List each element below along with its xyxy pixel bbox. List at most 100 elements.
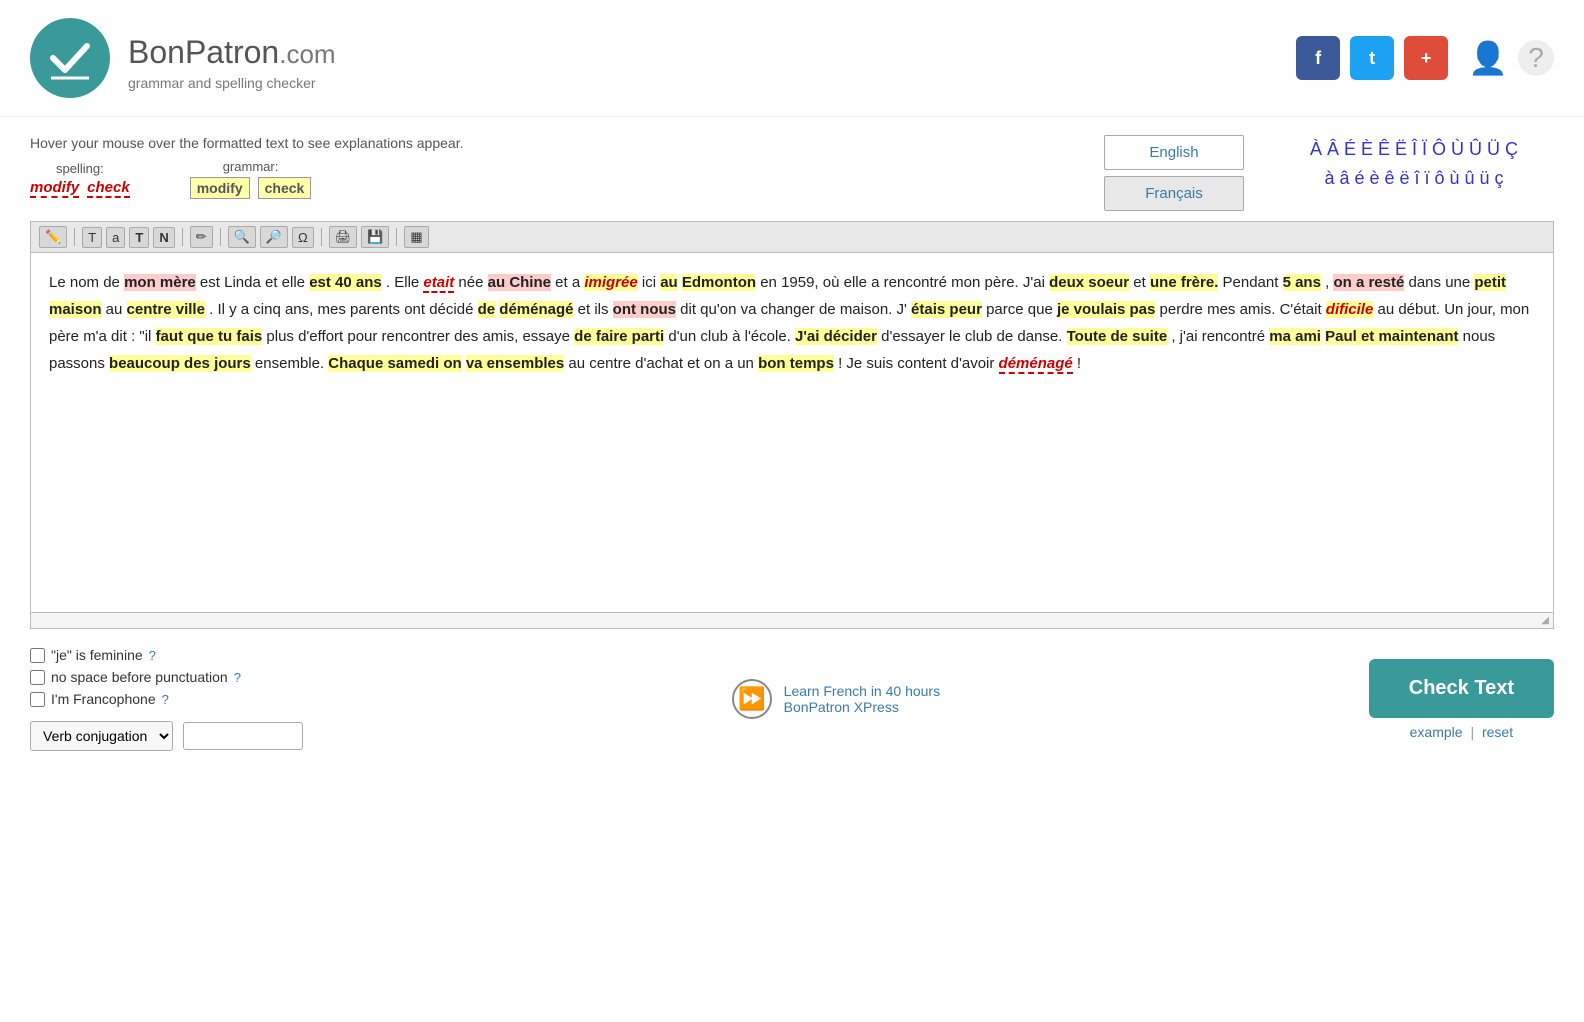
toolbar-N-icon[interactable]: N (153, 227, 174, 248)
je-feminine-checkbox[interactable] (30, 648, 45, 663)
language-buttons: English Français (1104, 135, 1244, 211)
highlight-au-1: au (660, 274, 678, 291)
highlight-mon-mere: mon mère (124, 274, 196, 291)
highlight-imigree: imigrée (584, 274, 637, 291)
learn-french-text: Learn French in 40 hours BonPatron XPres… (784, 683, 940, 715)
francophone-checkbox[interactable] (30, 692, 45, 707)
je-feminine-help[interactable]: ? (149, 648, 156, 663)
toolbar-a-icon[interactable]: a (106, 227, 125, 248)
verb-conjugation-select[interactable]: Verb conjugationVerb searchWord lookup (30, 721, 173, 751)
grammar-label: grammar: (223, 159, 279, 174)
example-link[interactable]: example (1410, 724, 1463, 740)
english-button[interactable]: English (1104, 135, 1244, 170)
editor-toolbar: ✏️ T a T N ✏ 🔍 🔎 Ω 🖨 💾 ▦ (30, 221, 1554, 253)
facebook-button[interactable]: f (1296, 36, 1340, 80)
toolbar-edit-icon[interactable]: ✏️ (39, 226, 67, 248)
no-space-option: no space before punctuation ? (30, 669, 303, 685)
legend-row: spelling: modify check grammar: modify c… (30, 159, 1074, 199)
grammar-legend: grammar: modify check (190, 159, 312, 199)
highlight-faut-que-tu-fais: faut que tu fais (156, 328, 263, 345)
learn-line1: Learn French in 40 hours (784, 683, 940, 699)
modify-gram-badge: modify (190, 177, 250, 199)
spelling-label: spelling: (56, 161, 104, 176)
instructions-row: Hover your mouse over the formatted text… (30, 135, 1554, 211)
toolbar-sep-5 (396, 228, 397, 246)
highlight-on-a-reste: on a resté (1333, 274, 1404, 291)
highlight-edmonton: Edmonton (682, 274, 756, 291)
francophone-option: I'm Francophone ? (30, 691, 303, 707)
verb-row: Verb conjugationVerb searchWord lookup (30, 721, 303, 751)
editor-content-area[interactable]: Le nom de mon mère est Linda et elle est… (30, 253, 1554, 613)
toolbar-text-icon[interactable]: T (82, 227, 102, 248)
highlight-je-voulais-pas: je voulais pas (1057, 301, 1155, 318)
toolbar-sep-4 (321, 228, 322, 246)
user-icon[interactable]: 👤 (1468, 39, 1508, 77)
toolbar-T2-icon[interactable]: T (129, 227, 149, 248)
reset-link[interactable]: reset (1482, 724, 1513, 740)
toolbar-pencil-icon[interactable]: ✏ (190, 226, 213, 248)
highlight-bon-temps: bon temps (758, 355, 834, 372)
spelling-legend: spelling: modify check (30, 161, 130, 198)
special-chars-uppercase[interactable]: À Â É È Ê Ë Î Ï Ô Ù Û Ü Ç (1274, 135, 1554, 164)
options-left: "je" is feminine ? no space before punct… (30, 647, 303, 751)
highlight-une-frere: une frère. (1150, 274, 1218, 291)
verb-input[interactable] (183, 722, 303, 750)
highlight-au-chine: au Chine (488, 274, 551, 291)
special-chars-lowercase[interactable]: à â é è ê ë î ï ô ù û ü ç (1274, 164, 1554, 193)
highlight-ont-nous: ont nous (613, 301, 676, 318)
no-space-checkbox[interactable] (30, 670, 45, 685)
header-right: f t + 👤 ? (1296, 36, 1554, 80)
toolbar-sep-2 (182, 228, 183, 246)
instructions-left: Hover your mouse over the formatted text… (30, 135, 1074, 199)
grammar-badges: modify check (190, 177, 312, 199)
header-left: BonPatron.com grammar and spelling check… (30, 18, 336, 98)
toolbar-save-icon[interactable]: 💾 (361, 226, 389, 248)
logo-subtitle: grammar and spelling checker (128, 75, 336, 91)
resize-handle[interactable]: ◢ (30, 613, 1554, 629)
googleplus-button[interactable]: + (1404, 36, 1448, 80)
highlight-va-ensembles: va ensembles (466, 355, 564, 372)
highlight-toute-de-suite: Toute de suite (1067, 328, 1168, 345)
highlight-ma-ami: ma ami (1269, 328, 1321, 345)
highlight-etait: etait (423, 274, 454, 293)
french-button[interactable]: Français (1104, 176, 1244, 211)
no-space-label: no space before punctuation (51, 669, 228, 685)
learn-french-section[interactable]: ⏩ Learn French in 40 hours BonPatron XPr… (732, 679, 940, 719)
highlight-chaque-samedi-on: Chaque samedi on (328, 355, 461, 372)
highlight-jai-decider: J'ai décider (795, 328, 877, 345)
je-feminine-label: "je" is feminine (51, 647, 143, 663)
highlight-deux-soeur: deux soeur (1049, 274, 1129, 291)
logo-title: BonPatron.com (128, 25, 336, 73)
play-button[interactable]: ⏩ (732, 679, 772, 719)
learn-line2: BonPatron XPress (784, 699, 940, 715)
highlight-centre-ville: centre ville (127, 301, 205, 318)
check-text-button[interactable]: Check Text (1369, 659, 1554, 718)
options-right: Check Text example | reset (1369, 659, 1554, 740)
toolbar-search-icon[interactable]: 🔍 (228, 226, 256, 248)
highlight-etais-peur: étais peur (911, 301, 982, 318)
twitter-button[interactable]: t (1350, 36, 1394, 80)
highlight-dificile: dificile (1326, 301, 1374, 318)
no-space-help[interactable]: ? (234, 670, 241, 685)
highlight-5-ans: 5 ans (1283, 274, 1321, 291)
highlight-de-faire-parti: de faire parti (574, 328, 664, 345)
highlight-demenage-2: déménagé (999, 355, 1073, 374)
francophone-help[interactable]: ? (162, 692, 169, 707)
highlight-beaucoup-des-jours: beaucoup des jours (109, 355, 251, 372)
pipe-separator: | (1470, 724, 1474, 740)
logo-text: BonPatron.com grammar and spelling check… (128, 25, 336, 91)
highlight-demenage: déménagé (499, 301, 573, 318)
toolbar-layout-icon[interactable]: ▦ (404, 226, 428, 248)
toolbar-find-icon[interactable]: 🔎 (260, 226, 288, 248)
highlight-de: de (478, 301, 496, 318)
help-icon[interactable]: ? (1518, 40, 1554, 76)
special-characters: À Â É È Ê Ë Î Ï Ô Ù Û Ü Ç à â é è ê ë î … (1274, 135, 1554, 193)
toolbar-omega-icon[interactable]: Ω (292, 227, 314, 248)
check-gram-badge: check (258, 177, 312, 199)
modify-spell-badge: modify (30, 179, 79, 198)
hover-instruction: Hover your mouse over the formatted text… (30, 135, 1074, 151)
toolbar-sep-3 (220, 228, 221, 246)
highlight-paul-et-maintenant: Paul et maintenant (1325, 328, 1458, 345)
toolbar-print-icon[interactable]: 🖨 (329, 226, 358, 248)
je-feminine-option: "je" is feminine ? (30, 647, 303, 663)
